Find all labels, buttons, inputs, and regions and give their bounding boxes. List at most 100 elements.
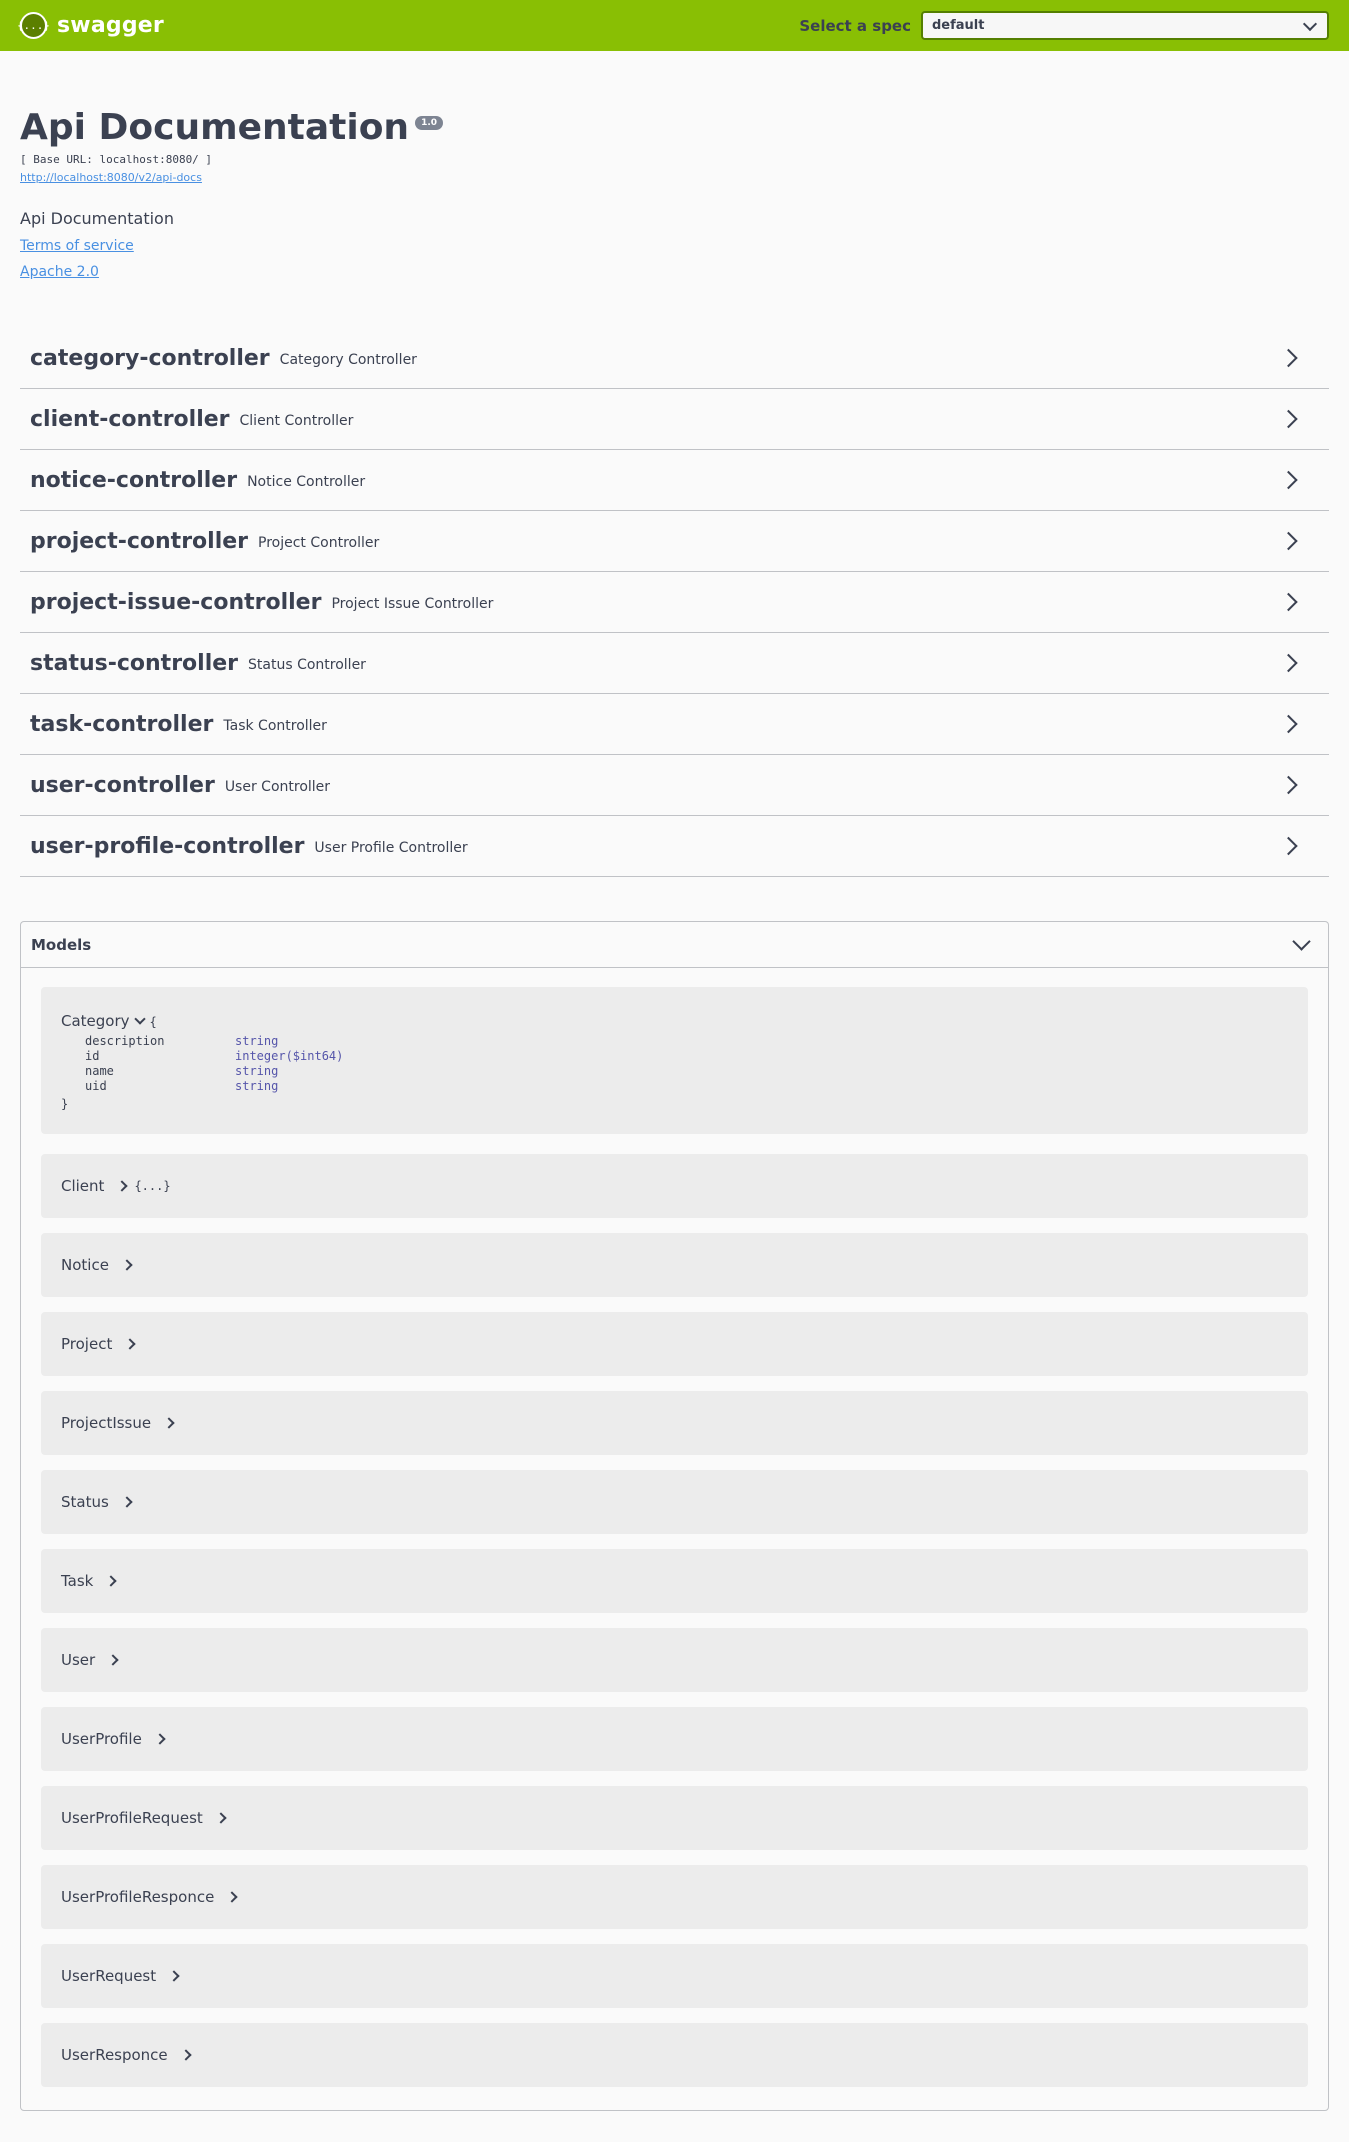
chevron-right-icon [154, 1733, 166, 1745]
brand-name: swagger [57, 13, 164, 38]
chevron-right-icon [180, 2049, 192, 2061]
chevron-down-icon[interactable] [133, 1013, 146, 1025]
property-type: string [235, 1064, 279, 1078]
controller-section[interactable]: notice-controller Notice Controller [20, 450, 1329, 512]
controller-description: Status Controller [248, 656, 366, 673]
controller-name: user-profile-controller [30, 833, 305, 859]
chevron-right-icon[interactable] [1279, 409, 1298, 429]
swagger-brand[interactable]: {...} swagger [17, 12, 164, 39]
controller-section[interactable]: project-issue-controller Project Issue C… [20, 572, 1329, 634]
swagger-logo-icon: {...} [17, 12, 50, 39]
controller-name: notice-controller [30, 467, 238, 493]
chevron-right-icon [215, 1812, 227, 1824]
controller-section[interactable]: status-controller Status Controller [20, 633, 1329, 695]
model-property: id integer($int64) [61, 1049, 1288, 1064]
controller-section[interactable]: client-controller Client Controller [20, 389, 1329, 451]
model-name[interactable]: Category [61, 1012, 130, 1030]
property-type: integer($int64) [235, 1049, 344, 1063]
spec-label: Select a spec [799, 16, 911, 35]
controller-name: project-issue-controller [30, 589, 322, 615]
chevron-right-icon[interactable] [1279, 714, 1298, 734]
controller-name: client-controller [30, 406, 230, 432]
model-name: Task [61, 1572, 94, 1590]
controller-name: project-controller [30, 528, 249, 554]
property-type: string [235, 1034, 279, 1048]
controller-name: user-controller [30, 772, 215, 798]
chevron-right-icon[interactable] [1279, 775, 1298, 795]
close-brace: } [61, 1097, 69, 1111]
model-user-profile[interactable]: UserProfile [41, 1707, 1308, 1771]
open-brace: { [149, 1015, 157, 1029]
property-type: string [235, 1079, 279, 1093]
chevron-down-icon[interactable] [1292, 932, 1311, 951]
model-user-request[interactable]: UserRequest [41, 1944, 1308, 2008]
model-name: User [61, 1651, 96, 1669]
model-user-responce[interactable]: UserResponce [41, 2023, 1308, 2087]
version-badge: 1.0 [415, 116, 444, 130]
terms-of-service-link[interactable]: Terms of service [20, 238, 134, 254]
api-description: Api Documentation [20, 209, 174, 229]
model-name: UserProfileRequest [61, 1809, 203, 1827]
controller-description: Project Issue Controller [331, 595, 494, 612]
chevron-right-icon [105, 1575, 118, 1587]
topbar: {...} swagger Select a spec default [0, 0, 1349, 51]
model-name: Project [61, 1335, 113, 1353]
property-name: uid [85, 1079, 107, 1093]
controller-section[interactable]: user-profile-controller User Profile Con… [20, 816, 1329, 878]
chevron-right-icon [163, 1417, 175, 1429]
model-project[interactable]: Project [41, 1312, 1308, 1376]
model-user-profile-responce[interactable]: UserProfileResponce [41, 1865, 1308, 1929]
info-section: Api Documentation 1.0 [ Base URL: localh… [0, 51, 1349, 280]
controller-description: User Profile Controller [314, 839, 468, 856]
model-user[interactable]: User [41, 1628, 1308, 1692]
model-project-issue[interactable]: ProjectIssue [41, 1391, 1308, 1455]
api-docs-link[interactable]: http://localhost:8080/v2/api-docs [20, 171, 202, 184]
model-name: UserRequest [61, 1967, 157, 1985]
controller-description: User Controller [224, 778, 331, 795]
controller-name: task-controller [30, 711, 214, 737]
chevron-right-icon[interactable] [1279, 653, 1298, 673]
model-property: name string [61, 1064, 1288, 1079]
controller-description: Project Controller [258, 534, 380, 551]
model-property: uid string [61, 1079, 1288, 1094]
model-status[interactable]: Status [41, 1470, 1308, 1534]
model-name: UserProfileResponce [61, 1888, 215, 1906]
model-notice[interactable]: Notice [41, 1233, 1308, 1297]
models-header[interactable]: Models [21, 922, 1328, 968]
chevron-right-icon [116, 1180, 129, 1192]
chevron-down-icon [1302, 16, 1318, 31]
chevron-right-icon [121, 1259, 133, 1271]
property-name: name [85, 1064, 114, 1078]
model-name: Client [61, 1177, 105, 1195]
models-title: Models [31, 935, 92, 954]
chevron-right-icon[interactable] [1279, 592, 1298, 612]
controller-list: category-controller Category Controller … [20, 328, 1329, 878]
controller-description: Task Controller [223, 717, 327, 734]
model-name: UserResponce [61, 2046, 168, 2064]
model-task[interactable]: Task [41, 1549, 1308, 1613]
controller-description: Client Controller [239, 412, 354, 429]
controller-section[interactable]: user-controller User Controller [20, 755, 1329, 817]
chevron-right-icon [107, 1654, 119, 1666]
controller-section[interactable]: category-controller Category Controller [20, 328, 1329, 390]
model-client[interactable]: Client {...} [41, 1154, 1308, 1218]
collapsed-hint: {...} [134, 1179, 171, 1193]
property-name: id [85, 1049, 100, 1063]
chevron-right-icon[interactable] [1279, 531, 1298, 551]
controller-section[interactable]: task-controller Task Controller [20, 694, 1329, 756]
model-property: description string [61, 1034, 1288, 1049]
chevron-right-icon[interactable] [1279, 470, 1298, 490]
license-link[interactable]: Apache 2.0 [20, 264, 99, 280]
chevron-right-icon [124, 1338, 136, 1350]
controller-section[interactable]: project-controller Project Controller [20, 511, 1329, 573]
model-user-profile-request[interactable]: UserProfileRequest [41, 1786, 1308, 1850]
chevron-right-icon[interactable] [1279, 348, 1298, 368]
model-name: Status [61, 1493, 109, 1511]
model-name: UserProfile [61, 1730, 142, 1748]
spec-select[interactable]: default [921, 11, 1329, 40]
chevron-right-icon [121, 1496, 133, 1508]
controller-description: Category Controller [279, 351, 417, 368]
chevron-right-icon[interactable] [1279, 836, 1298, 856]
chevron-right-icon [168, 1970, 180, 1982]
controller-description: Notice Controller [247, 473, 366, 490]
